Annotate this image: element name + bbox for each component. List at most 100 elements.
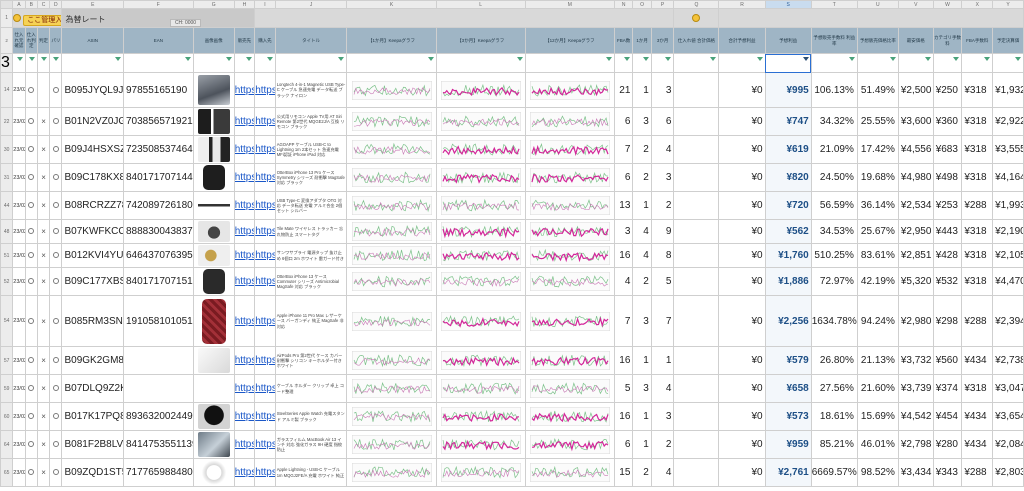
expected-profit[interactable]: ¥2,761 bbox=[764, 458, 812, 487]
lowest-price[interactable]: ¥2,500 bbox=[897, 72, 934, 108]
asin-cell[interactable]: B012KVI4YU bbox=[61, 243, 124, 268]
product-thumbnail[interactable] bbox=[197, 137, 230, 162]
keepa-graph-cell[interactable] bbox=[435, 191, 526, 220]
expected-profit[interactable]: ¥959 bbox=[764, 430, 812, 459]
radio-button[interactable] bbox=[52, 146, 59, 152]
product-title[interactable]: Apple iPhone 11 Pro Max レザーケース バーガンディ 純正… bbox=[274, 295, 348, 347]
margin-rate[interactable]: 46.01% bbox=[856, 430, 899, 459]
settlement-price[interactable]: ¥3,047 bbox=[992, 374, 1024, 403]
radio-button[interactable] bbox=[28, 228, 35, 234]
product-title[interactable]: サンワサプライ 電源タップ 抜け止め 6個口 2m ホワイト 雷ガード付き bbox=[274, 243, 348, 268]
date-cell[interactable]: 23/02/19 bbox=[12, 267, 26, 296]
profit-rate[interactable]: 34.32% bbox=[810, 107, 858, 136]
judge-cell[interactable]: × bbox=[36, 374, 51, 403]
product-thumbnail[interactable] bbox=[201, 298, 226, 344]
sales-1m[interactable]: 4 bbox=[632, 219, 652, 244]
lowest-price[interactable]: ¥4,542 bbox=[897, 402, 934, 431]
keepa-graph-cell[interactable] bbox=[524, 346, 615, 375]
product-thumbnail[interactable] bbox=[197, 404, 230, 429]
sales-3m[interactable]: 7 bbox=[650, 295, 675, 347]
column-header[interactable]: 仕入れ元確認 bbox=[12, 27, 26, 54]
amazon-link[interactable]: https bbox=[233, 374, 256, 403]
column-header[interactable]: カテゴリ手数料 bbox=[932, 27, 963, 54]
empty-cell[interactable] bbox=[673, 107, 720, 136]
jan-cell[interactable]: 191058101051 bbox=[122, 295, 194, 347]
empty-cell[interactable] bbox=[673, 267, 720, 296]
fba-count[interactable]: 16 bbox=[613, 243, 634, 268]
filter-dropdown-icon[interactable] bbox=[28, 57, 35, 61]
radio-button[interactable] bbox=[28, 413, 35, 419]
date-cell[interactable]: 23/02/19 bbox=[12, 374, 26, 403]
column-letter[interactable]: F bbox=[122, 0, 194, 9]
column-letter[interactable]: R bbox=[718, 0, 766, 9]
radio-cell[interactable] bbox=[24, 346, 38, 375]
amazon-link[interactable]: https bbox=[233, 243, 256, 268]
profit-rate[interactable]: 72.97% bbox=[810, 267, 858, 296]
product-title[interactable]: OtterBox iPhone 13 ケース Commuter シリーズ Ant… bbox=[274, 267, 348, 296]
filter-cell[interactable] bbox=[632, 53, 652, 73]
date-cell[interactable]: 23/02/19 bbox=[12, 295, 26, 347]
product-thumbnail[interactable] bbox=[202, 165, 225, 190]
judge-cell[interactable]: × bbox=[36, 135, 51, 164]
category-fee[interactable]: ¥498 bbox=[932, 163, 963, 192]
image-cell[interactable] bbox=[192, 107, 235, 136]
lowest-price[interactable]: ¥2,798 bbox=[897, 430, 934, 459]
radio-cell[interactable] bbox=[49, 430, 63, 459]
radio-cell[interactable] bbox=[49, 374, 63, 403]
expected-profit[interactable]: ¥573 bbox=[764, 402, 812, 431]
table-row[interactable]: 5923/02/19×B07DLQ9Z2Khttpshttpsケーブル ホルダー… bbox=[0, 374, 1024, 403]
column-header[interactable]: 販売先 bbox=[233, 27, 256, 54]
sales-3m[interactable]: 2 bbox=[650, 191, 675, 220]
radio-cell[interactable] bbox=[24, 135, 38, 164]
margin-rate[interactable]: 51.49% bbox=[856, 72, 899, 108]
profit-rate[interactable]: 106.13% bbox=[810, 72, 858, 108]
product-title[interactable]: USB Type-C 変換アダプタ OTG 対応 データ転送 充電 アルミ合金 … bbox=[274, 191, 348, 220]
filter-cell[interactable] bbox=[346, 53, 437, 73]
keepa-graph-cell[interactable] bbox=[435, 374, 526, 403]
purchase-cost[interactable]: ¥0 bbox=[718, 374, 766, 403]
filter-cell[interactable] bbox=[24, 53, 38, 73]
sales-3m[interactable]: 5 bbox=[650, 267, 675, 296]
date-cell[interactable]: 23/02/19 bbox=[12, 191, 26, 220]
fba-count[interactable]: 6 bbox=[613, 430, 634, 459]
purchase-cost[interactable]: ¥0 bbox=[718, 243, 766, 268]
margin-rate[interactable]: 21.60% bbox=[856, 374, 899, 403]
margin-rate[interactable]: 19.68% bbox=[856, 163, 899, 192]
radio-cell[interactable] bbox=[49, 107, 63, 136]
sales-1m[interactable]: 1 bbox=[632, 72, 652, 108]
keepa-graph-cell[interactable] bbox=[346, 135, 437, 164]
amazon-link[interactable]: https bbox=[233, 72, 256, 108]
column-header[interactable]: FBA数 bbox=[613, 27, 634, 54]
fba-count[interactable]: 4 bbox=[613, 267, 634, 296]
fba-fee[interactable]: ¥318 bbox=[961, 107, 994, 136]
keepa-graph-cell[interactable] bbox=[346, 374, 437, 403]
empty-cell[interactable] bbox=[673, 346, 720, 375]
supplier-link[interactable]: https bbox=[254, 402, 276, 431]
column-header[interactable]: FBA手数料 bbox=[961, 27, 994, 54]
column-header[interactable]: 予想販売価格比率 bbox=[856, 27, 899, 54]
filter-dropdown-icon[interactable] bbox=[756, 57, 763, 61]
image-cell[interactable] bbox=[192, 163, 235, 192]
amazon-link[interactable]: https bbox=[233, 295, 256, 347]
column-letter[interactable]: T bbox=[810, 0, 858, 9]
sales-1m[interactable]: 3 bbox=[632, 374, 652, 403]
filter-dropdown-icon[interactable] bbox=[984, 57, 991, 61]
image-cell[interactable] bbox=[192, 267, 235, 296]
category-fee[interactable]: ¥360 bbox=[932, 107, 963, 136]
jan-cell[interactable]: 97855165190 bbox=[122, 72, 194, 108]
keepa-graph-cell[interactable] bbox=[346, 219, 437, 244]
settlement-price[interactable]: ¥4,470 bbox=[992, 267, 1024, 296]
radio-button[interactable] bbox=[28, 146, 35, 152]
judge-cell[interactable]: × bbox=[36, 243, 51, 268]
keepa-graph-cell[interactable] bbox=[524, 163, 615, 192]
table-row[interactable]: 6423/02/19 × B081F2B8LV8414753551139 httpsh… bbox=[0, 430, 1024, 459]
asin-cell[interactable]: B09J4HSXSZ bbox=[61, 135, 124, 164]
filter-cell[interactable] bbox=[932, 53, 963, 73]
radio-button[interactable] bbox=[28, 252, 35, 258]
radio-cell[interactable] bbox=[24, 107, 38, 136]
keepa-graph-cell[interactable] bbox=[524, 107, 615, 136]
lowest-price[interactable]: ¥5,320 bbox=[897, 267, 934, 296]
date-cell[interactable]: 23/02/19 bbox=[12, 402, 26, 431]
keepa-graph-cell[interactable] bbox=[346, 295, 437, 347]
fba-count[interactable]: 15 bbox=[613, 458, 634, 487]
